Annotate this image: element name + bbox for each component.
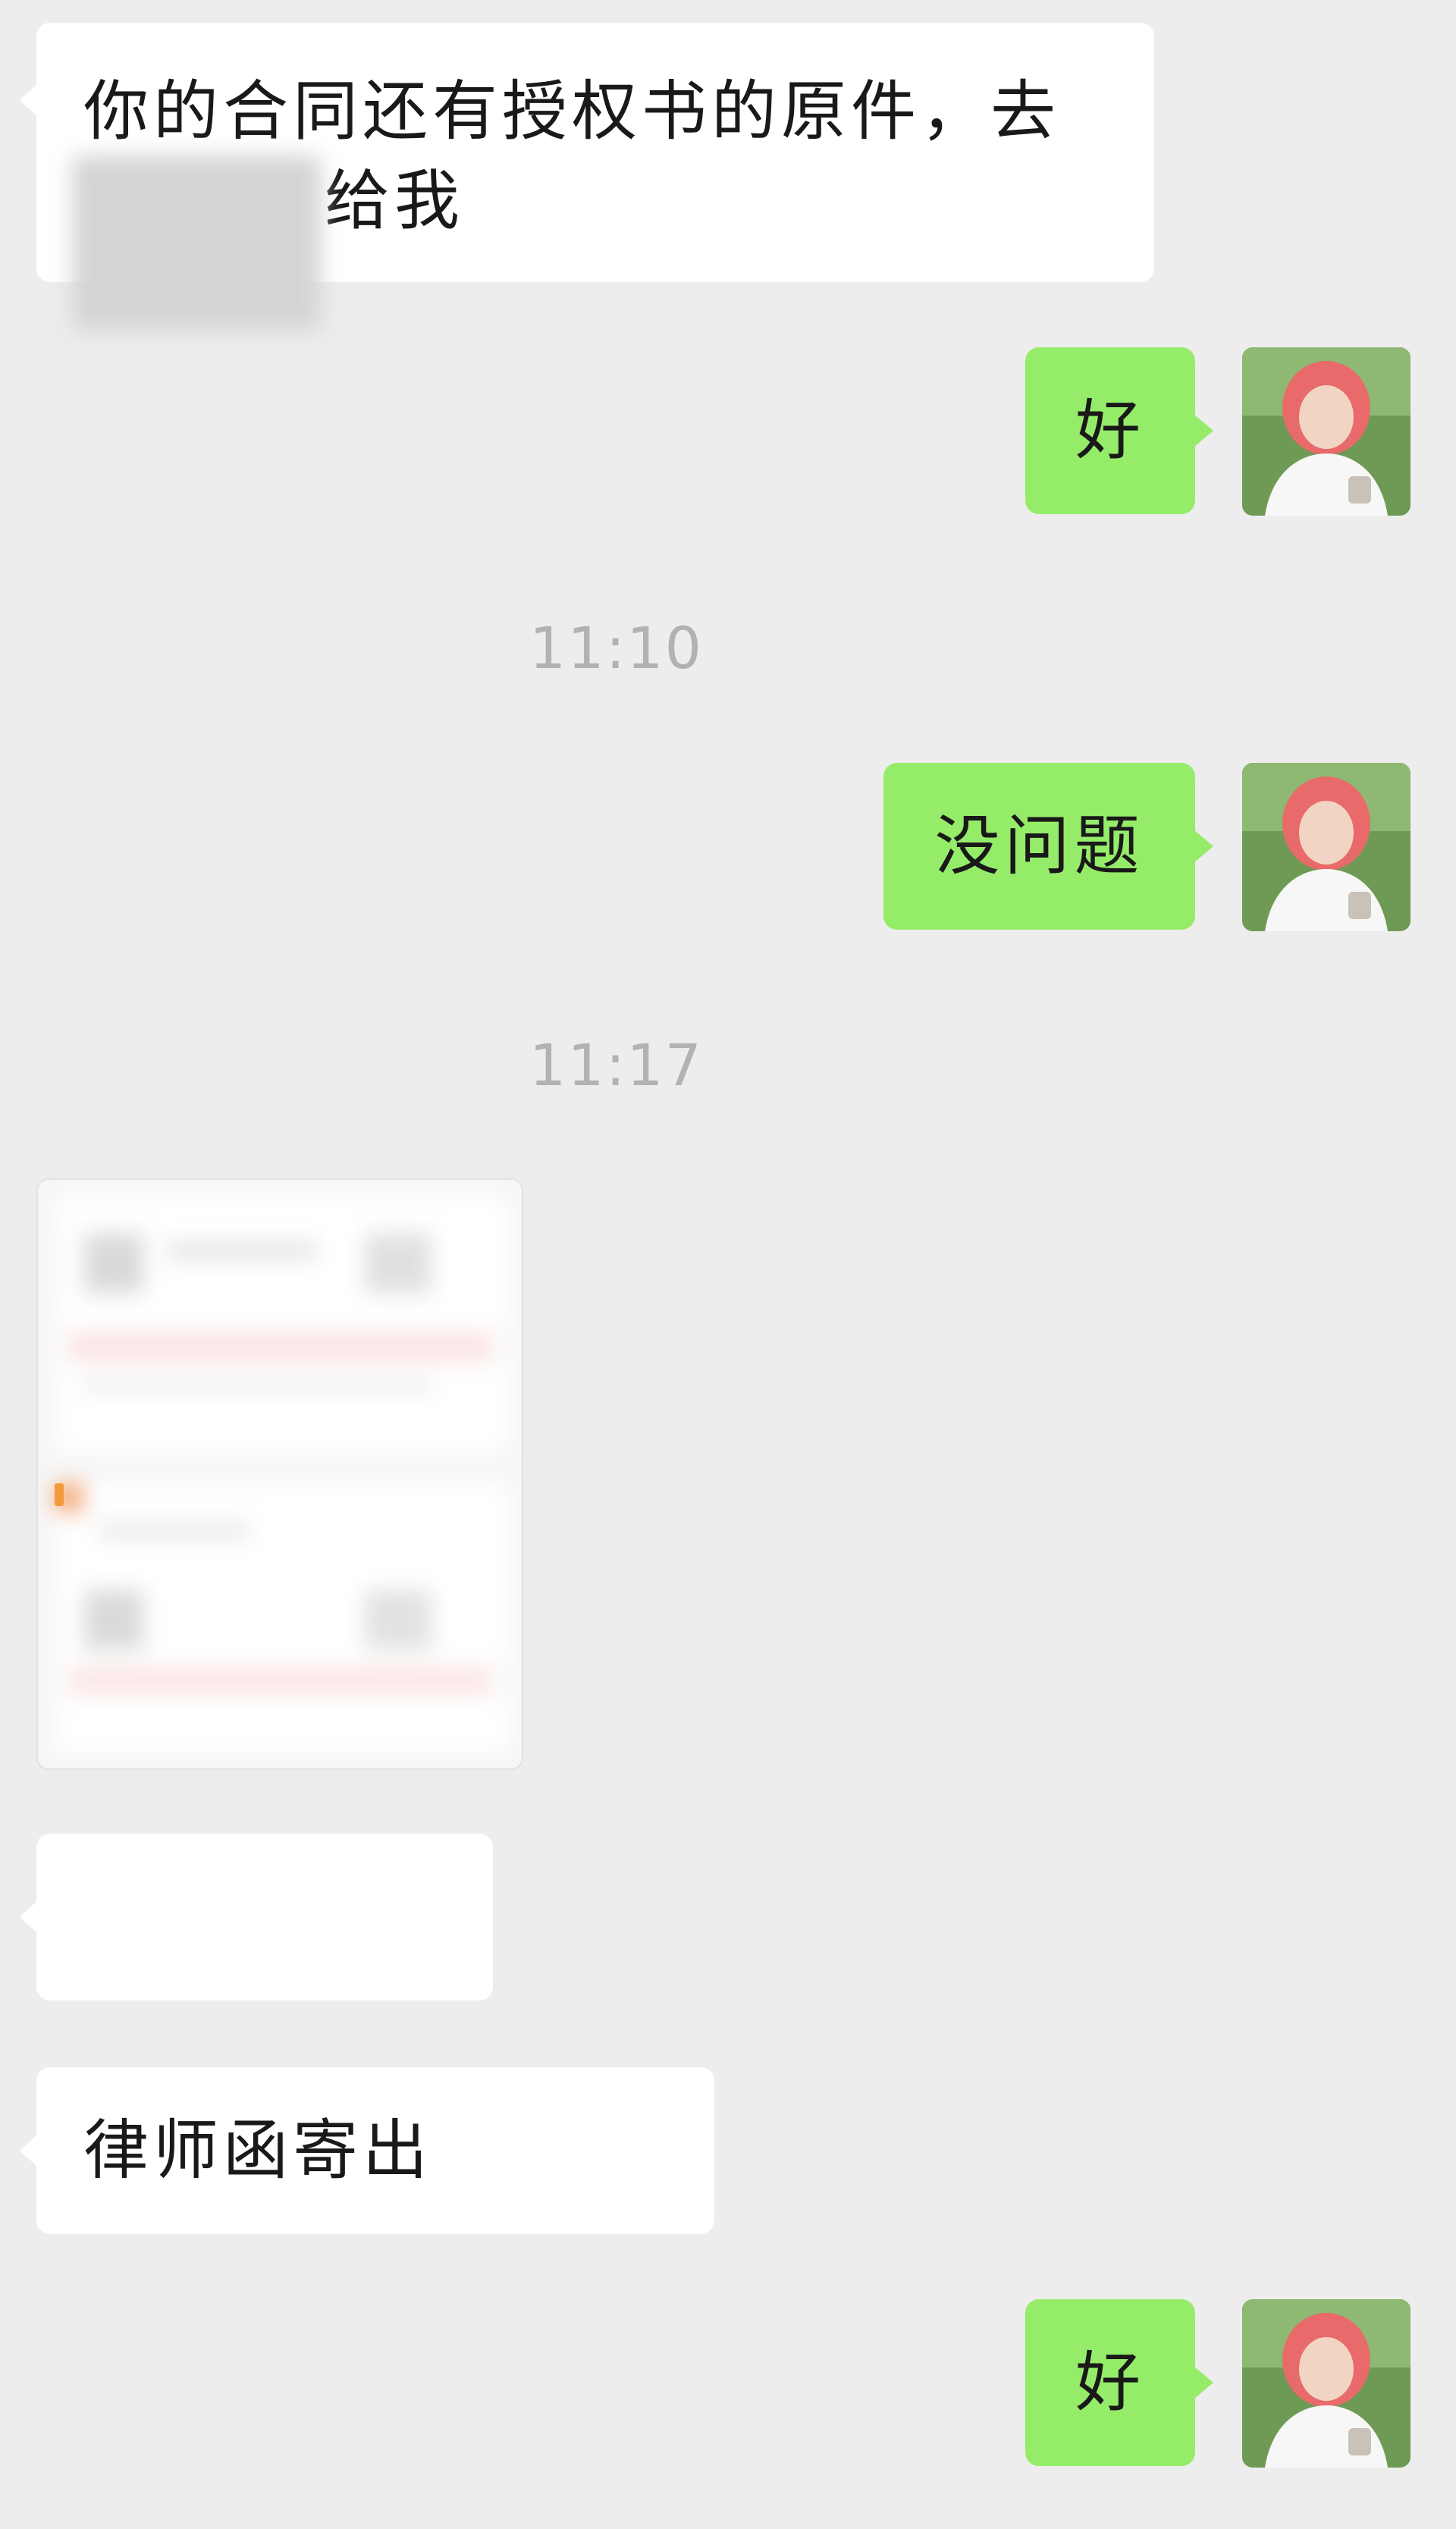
message-text: 好	[1075, 393, 1145, 469]
timestamp: 11:17	[529, 1031, 704, 1099]
image-message-thumbnail[interactable]	[36, 1178, 523, 1770]
bubble-tail	[1194, 2366, 1213, 2399]
timestamp: 11:10	[529, 614, 704, 682]
message-text-line-1: 你的合同还有授权书的原件，去	[83, 74, 1060, 149]
user-avatar-icon	[1242, 763, 1410, 931]
redacted-text-blur	[72, 155, 321, 330]
bubble-tail	[1194, 830, 1213, 863]
message-bubble-outgoing[interactable]: 好	[1025, 2299, 1213, 2466]
user-avatar[interactable]	[1242, 2299, 1410, 2468]
message-bubble-incoming[interactable]: 律师函寄出	[20, 2067, 714, 2234]
bubble-tail	[20, 83, 38, 117]
user-avatar[interactable]	[1242, 763, 1410, 931]
message-text: 没问题	[934, 808, 1144, 884]
message-bubble-outgoing[interactable]: 好	[1025, 347, 1213, 514]
user-avatar-icon	[1242, 347, 1410, 516]
user-avatar[interactable]	[1242, 347, 1410, 516]
message-bubble-incoming[interactable]	[20, 1834, 493, 2000]
message-text: 好	[1075, 2345, 1145, 2421]
blurred-image-content	[38, 1180, 522, 1768]
user-avatar-icon	[1242, 2299, 1410, 2468]
bubble-tail	[20, 2134, 38, 2167]
bubble-tail	[20, 1900, 38, 1934]
message-text: 律师函寄出	[83, 2113, 432, 2189]
bubble-tail	[1194, 414, 1213, 447]
message-bubble-outgoing[interactable]: 没问题	[883, 763, 1213, 930]
